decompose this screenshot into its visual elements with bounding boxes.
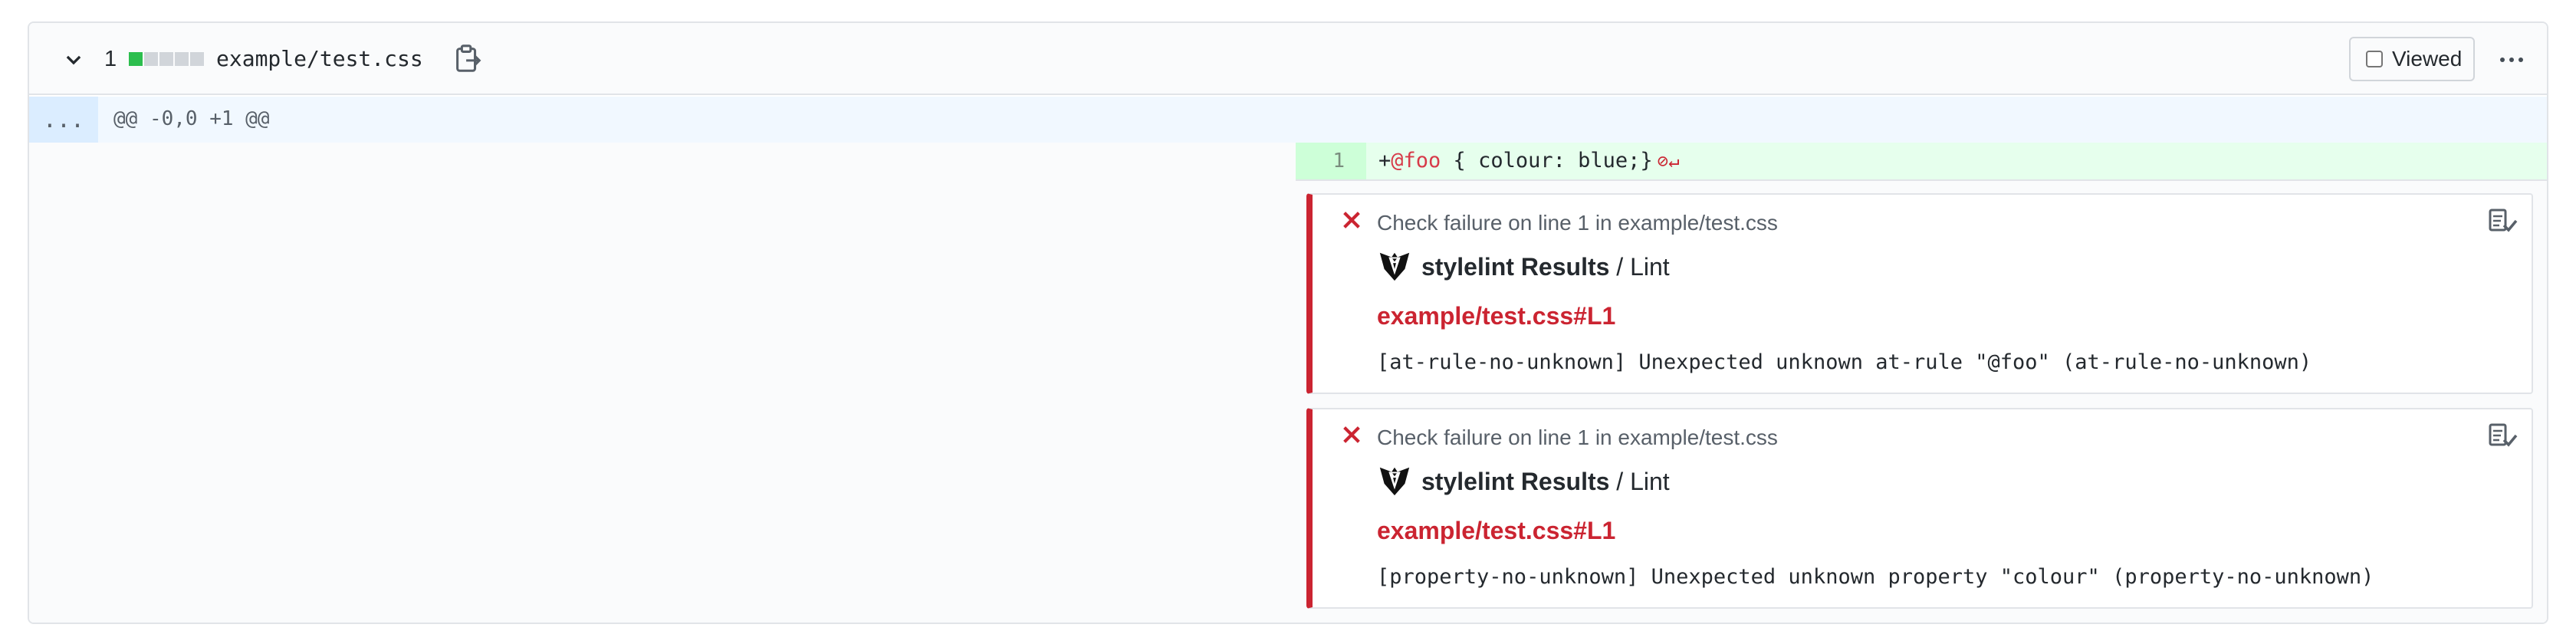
added-line-row: 1 +@foo { colour: blue;} ⊘↵: [1296, 143, 2547, 179]
left-side-empty: [29, 143, 1296, 623]
diffstat-block-neutral: [190, 52, 204, 66]
checklist-icon[interactable]: [2487, 205, 2518, 236]
stylelint-bowtie-icon: [1379, 467, 1410, 496]
diff-prefix: +: [1378, 149, 1392, 172]
hunk-expand-button[interactable]: ...: [29, 97, 98, 143]
diffstat-block-added: [129, 52, 143, 66]
kebab-horizontal-icon: [2500, 58, 2505, 62]
annotation-message: [property-no-unknown] Unexpected unknown…: [1377, 565, 2374, 589]
no-newline-icon: ⊘↵: [1657, 150, 1680, 172]
diff-file: 1 example/test.css Viewed ... @@ -0,0 +1…: [28, 21, 2548, 624]
hunk-header-row: ... @@ -0,0 +1 @@: [29, 97, 2547, 143]
check-annotation: Check failure on line 1 in example/test.…: [1306, 193, 2533, 394]
annotation-app: stylelint Results / Lint: [1421, 466, 1670, 497]
viewed-checkbox[interactable]: [2366, 51, 2383, 67]
check-annotation: Check failure on line 1 in example/test.…: [1306, 408, 2533, 609]
annotation-message: [at-rule-no-unknown] Unexpected unknown …: [1377, 350, 2312, 374]
code-rest: { colour: blue;}: [1441, 149, 1653, 172]
diffstat-block-neutral: [144, 52, 158, 66]
copy-path-button[interactable]: [452, 43, 483, 75]
diffstat-block-neutral: [159, 52, 173, 66]
kebab-horizontal-icon: [2509, 58, 2514, 62]
viewed-label: Viewed: [2392, 47, 2463, 71]
viewed-toggle[interactable]: Viewed: [2349, 37, 2475, 81]
annotation-title: Check failure on line 1 in example/test.…: [1377, 426, 1778, 449]
more-options-button[interactable]: [2495, 44, 2528, 75]
code-line: +@foo { colour: blue;} ⊘↵: [1378, 148, 1680, 174]
x-icon: [1343, 212, 1360, 228]
annotation-link[interactable]: example/test.css#L1: [1377, 301, 1615, 331]
file-name-link[interactable]: example/test.css: [216, 46, 423, 72]
annotation-app: stylelint Results / Lint: [1421, 251, 1670, 282]
annotation-link[interactable]: example/test.css#L1: [1377, 515, 1615, 546]
diffstat-count: 1: [104, 47, 117, 71]
clipboard-copy-icon: [456, 44, 481, 72]
diffstat-block-neutral: [175, 52, 189, 66]
kebab-horizontal-icon: [2518, 58, 2523, 62]
app-suffix: / Lint: [1609, 253, 1670, 281]
diffstat-blocks: [129, 52, 204, 66]
at-rule-token: @foo: [1391, 149, 1441, 172]
line-number[interactable]: 1: [1296, 143, 1366, 179]
app-name: stylelint Results: [1421, 253, 1610, 281]
chevron-down-icon: [66, 55, 81, 65]
collapse-button[interactable]: [58, 44, 89, 75]
checklist-icon[interactable]: [2487, 420, 2518, 451]
stylelint-bowtie-icon: [1379, 252, 1410, 281]
app-suffix: / Lint: [1609, 468, 1670, 495]
hunk-header: @@ -0,0 +1 @@: [113, 107, 270, 130]
file-header: 1 example/test.css Viewed: [29, 23, 2547, 95]
app-name: stylelint Results: [1421, 468, 1610, 495]
annotation-title: Check failure on line 1 in example/test.…: [1377, 211, 1778, 235]
x-icon: [1343, 426, 1360, 443]
